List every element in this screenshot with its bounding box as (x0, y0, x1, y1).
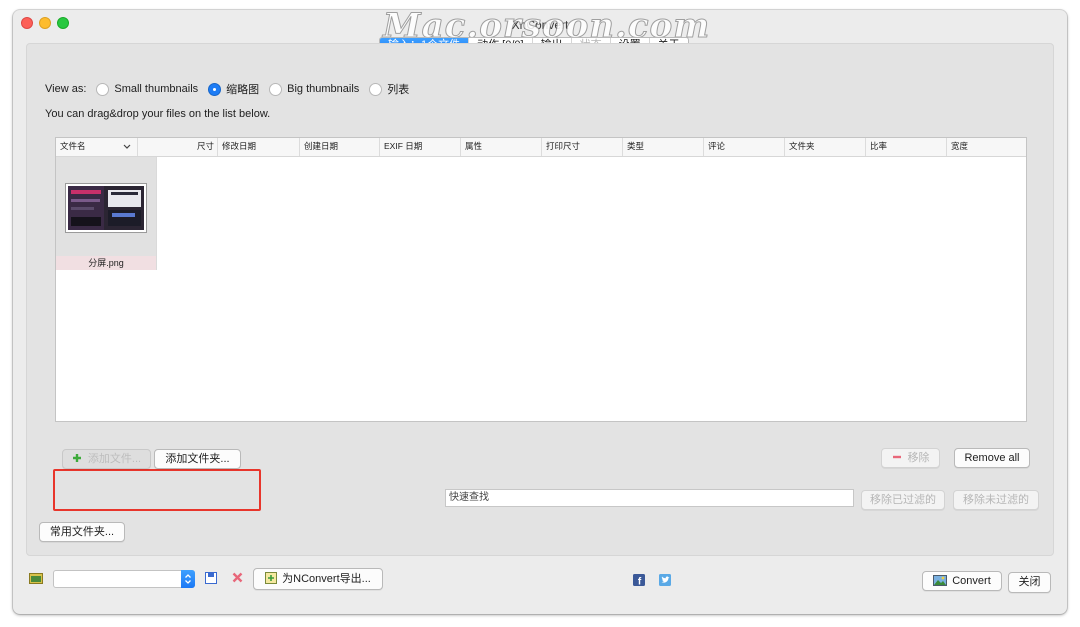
column-filename[interactable]: 文件名 (56, 138, 138, 156)
radio-small-thumbnails-label[interactable]: Small thumbnails (114, 83, 198, 95)
radio-list-label[interactable]: 列表 (387, 81, 409, 97)
export-nconvert-button[interactable]: 为NConvert导出... (253, 568, 383, 590)
dropdown-arrows-icon[interactable] (181, 570, 195, 588)
file-list-header: 文件名 尺寸 (56, 138, 1026, 157)
remove-filtered-button[interactable]: 移除已过滤的 (861, 490, 945, 510)
view-as-group: View as: Small thumbnails 缩略图 Big thumbn… (45, 81, 409, 97)
folder-image-icon[interactable] (29, 572, 43, 584)
quick-search-input[interactable]: 快速查找 (445, 489, 854, 507)
radio-big-thumbnails[interactable] (269, 82, 283, 96)
preset-dropdown[interactable] (53, 570, 195, 588)
favorite-folders-button[interactable]: 常用文件夹... (39, 522, 125, 542)
view-as-label: View as: (45, 83, 87, 95)
twitter-icon[interactable] (659, 574, 671, 586)
radio-thumbnails-label[interactable]: 缩略图 (226, 81, 259, 97)
app-window: XnConvert Mac.orsoon.com 输入：1个文件 动作 [0/0… (13, 10, 1067, 614)
convert-image-icon (933, 575, 948, 586)
plus-icon (72, 454, 81, 462)
annotation-highlight-box (53, 469, 261, 511)
remove-all-button[interactable]: Remove all (954, 448, 1030, 468)
minus-icon (892, 455, 901, 459)
add-folder-button[interactable]: 添加文件夹... (154, 449, 241, 469)
radio-list[interactable] (369, 82, 383, 96)
thumbnail-filename: 分屏.png (56, 256, 156, 270)
titlebar: XnConvert Mac.orsoon.com (13, 10, 1067, 47)
delete-preset-icon[interactable] (232, 572, 243, 583)
file-list[interactable]: 文件名 尺寸 修改日期 创建日期 EXIF 日期 属性 打印尺寸 类型 评论 文… (55, 137, 1027, 422)
remove-unfiltered-button[interactable]: 移除未过滤的 (953, 490, 1039, 510)
input-panel: View as: Small thumbnails 缩略图 Big thumbn… (26, 43, 1054, 556)
radio-small-thumbnails[interactable] (96, 82, 110, 96)
remove-button[interactable]: 移除 (881, 448, 940, 468)
radio-thumbnails[interactable] (208, 82, 222, 96)
drag-drop-hint: You can drag&drop your files on the list… (45, 108, 271, 120)
export-script-icon (265, 572, 278, 584)
thumbnail-image (65, 183, 147, 233)
close-button[interactable]: 关闭 (1008, 572, 1051, 593)
save-preset-icon[interactable] (205, 572, 217, 584)
facebook-icon[interactable]: f (633, 574, 645, 586)
file-thumbnail-item[interactable]: 分屏.png (56, 157, 157, 270)
add-files-button[interactable]: 添加文件... (62, 449, 151, 469)
convert-button[interactable]: Convert (922, 571, 1002, 591)
radio-big-thumbnails-label[interactable]: Big thumbnails (287, 83, 359, 95)
chevron-down-icon (123, 144, 131, 149)
